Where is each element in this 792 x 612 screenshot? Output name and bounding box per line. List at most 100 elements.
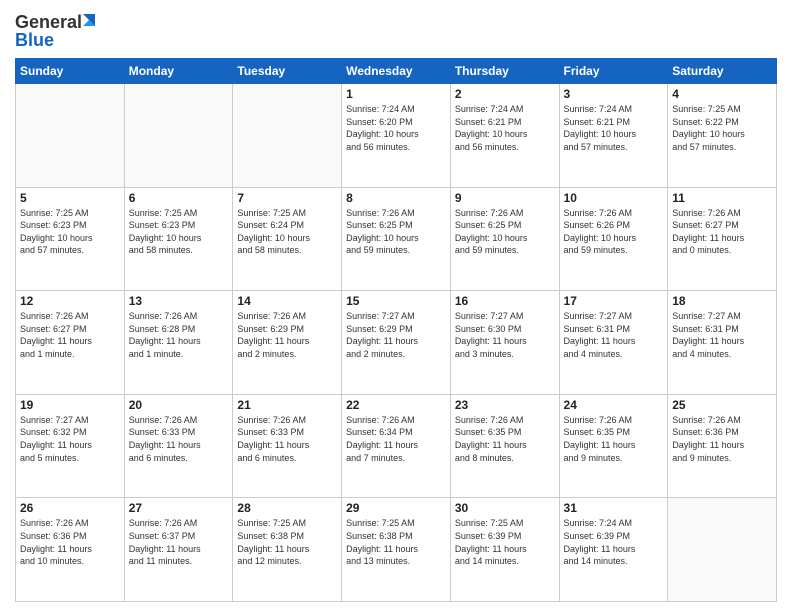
calendar-cell: 14 Sunrise: 7:26 AM Sunset: 6:29 PM Dayli…	[233, 291, 342, 395]
calendar-week-4: 26 Sunrise: 7:26 AM Sunset: 6:36 PM Dayli…	[16, 498, 777, 602]
calendar-cell	[668, 498, 777, 602]
day-info: Sunrise: 7:27 AM Sunset: 6:30 PM Dayligh…	[455, 310, 555, 360]
day-number: 17	[564, 294, 664, 308]
calendar-cell: 3 Sunrise: 7:24 AM Sunset: 6:21 PM Daylig…	[559, 84, 668, 188]
day-info: Sunrise: 7:26 AM Sunset: 6:29 PM Dayligh…	[237, 310, 337, 360]
calendar-cell: 27Sunrise: 7:26 AM Sunset: 6:37 PM Dayli…	[124, 498, 233, 602]
day-number: 16	[455, 294, 555, 308]
calendar-cell	[124, 84, 233, 188]
calendar-cell: 20 Sunrise: 7:26 AM Sunset: 6:33 PM Dayli…	[124, 394, 233, 498]
day-number: 28	[237, 501, 337, 515]
header: General Blue	[15, 10, 777, 50]
day-info: Sunrise: 7:25 AM Sunset: 6:38 PM Dayligh…	[237, 517, 337, 567]
day-info: Sunrise: 7:25 AM Sunset: 6:22 PM Dayligh…	[672, 103, 772, 153]
calendar-cell: 5Sunrise: 7:25 AM Sunset: 6:23 PM Daylig…	[16, 187, 125, 291]
page: General Blue SundayMondayTuesdayWednesda…	[0, 0, 792, 612]
day-number: 19	[20, 398, 120, 412]
day-number: 21	[237, 398, 337, 412]
day-info: Sunrise: 7:26 AM Sunset: 6:36 PM Dayligh…	[672, 414, 772, 464]
day-info: Sunrise: 7:26 AM Sunset: 6:25 PM Dayligh…	[455, 207, 555, 257]
day-info: Sunrise: 7:25 AM Sunset: 6:24 PM Dayligh…	[237, 207, 337, 257]
calendar-cell: 23Sunrise: 7:26 AM Sunset: 6:35 PM Dayli…	[450, 394, 559, 498]
weekday-header-tuesday: Tuesday	[233, 59, 342, 84]
day-number: 14	[237, 294, 337, 308]
day-number: 15	[346, 294, 446, 308]
calendar-cell: 10 Sunrise: 7:26 AM Sunset: 6:26 PM Dayli…	[559, 187, 668, 291]
day-number: 29	[346, 501, 446, 515]
day-info: Sunrise: 7:26 AM Sunset: 6:33 PM Dayligh…	[129, 414, 229, 464]
day-info: Sunrise: 7:26 AM Sunset: 6:35 PM Dayligh…	[564, 414, 664, 464]
day-number: 30	[455, 501, 555, 515]
calendar-cell	[233, 84, 342, 188]
svg-text:Blue: Blue	[15, 30, 54, 50]
calendar-cell: 31 Sunrise: 7:24 AM Sunset: 6:39 PM Dayli…	[559, 498, 668, 602]
day-number: 22	[346, 398, 446, 412]
day-info: Sunrise: 7:25 AM Sunset: 6:23 PM Dayligh…	[20, 207, 120, 257]
calendar-cell: 11Sunrise: 7:26 AM Sunset: 6:27 PM Dayli…	[668, 187, 777, 291]
calendar-cell: 6Sunrise: 7:25 AM Sunset: 6:23 PM Daylig…	[124, 187, 233, 291]
calendar-cell: 1 Sunrise: 7:24 AM Sunset: 6:20 PM Daylig…	[342, 84, 451, 188]
day-number: 31	[564, 501, 664, 515]
day-number: 10	[564, 191, 664, 205]
day-number: 24	[564, 398, 664, 412]
calendar-cell: 4Sunrise: 7:25 AM Sunset: 6:22 PM Daylig…	[668, 84, 777, 188]
day-number: 9	[455, 191, 555, 205]
day-number: 1	[346, 87, 446, 101]
day-number: 25	[672, 398, 772, 412]
day-number: 13	[129, 294, 229, 308]
calendar-cell: 18Sunrise: 7:27 AM Sunset: 6:31 PM Dayli…	[668, 291, 777, 395]
day-info: Sunrise: 7:26 AM Sunset: 6:35 PM Dayligh…	[455, 414, 555, 464]
day-number: 12	[20, 294, 120, 308]
calendar-cell: 12Sunrise: 7:26 AM Sunset: 6:27 PM Dayli…	[16, 291, 125, 395]
day-info: Sunrise: 7:25 AM Sunset: 6:39 PM Dayligh…	[455, 517, 555, 567]
day-info: Sunrise: 7:24 AM Sunset: 6:21 PM Dayligh…	[455, 103, 555, 153]
svg-text:General: General	[15, 12, 82, 32]
day-info: Sunrise: 7:26 AM Sunset: 6:28 PM Dayligh…	[129, 310, 229, 360]
calendar-cell: 28 Sunrise: 7:25 AM Sunset: 6:38 PM Dayli…	[233, 498, 342, 602]
day-number: 8	[346, 191, 446, 205]
day-number: 7	[237, 191, 337, 205]
weekday-header-sunday: Sunday	[16, 59, 125, 84]
day-info: Sunrise: 7:26 AM Sunset: 6:26 PM Dayligh…	[564, 207, 664, 257]
day-number: 11	[672, 191, 772, 205]
logo: General Blue	[15, 10, 105, 50]
day-info: Sunrise: 7:24 AM Sunset: 6:21 PM Dayligh…	[564, 103, 664, 153]
day-number: 3	[564, 87, 664, 101]
day-number: 26	[20, 501, 120, 515]
day-info: Sunrise: 7:24 AM Sunset: 6:39 PM Dayligh…	[564, 517, 664, 567]
day-number: 6	[129, 191, 229, 205]
calendar-cell: 29Sunrise: 7:25 AM Sunset: 6:38 PM Dayli…	[342, 498, 451, 602]
day-number: 2	[455, 87, 555, 101]
day-info: Sunrise: 7:26 AM Sunset: 6:34 PM Dayligh…	[346, 414, 446, 464]
calendar-week-3: 19 Sunrise: 7:27 AM Sunset: 6:32 PM Dayli…	[16, 394, 777, 498]
calendar-cell: 16 Sunrise: 7:27 AM Sunset: 6:30 PM Dayli…	[450, 291, 559, 395]
calendar-cell: 9 Sunrise: 7:26 AM Sunset: 6:25 PM Daylig…	[450, 187, 559, 291]
calendar-cell: 30 Sunrise: 7:25 AM Sunset: 6:39 PM Dayli…	[450, 498, 559, 602]
day-info: Sunrise: 7:24 AM Sunset: 6:20 PM Dayligh…	[346, 103, 446, 153]
day-number: 27	[129, 501, 229, 515]
day-info: Sunrise: 7:26 AM Sunset: 6:36 PM Dayligh…	[20, 517, 120, 567]
day-info: Sunrise: 7:27 AM Sunset: 6:29 PM Dayligh…	[346, 310, 446, 360]
weekday-header-wednesday: Wednesday	[342, 59, 451, 84]
calendar-header-row: SundayMondayTuesdayWednesdayThursdayFrid…	[16, 59, 777, 84]
calendar-cell: 2 Sunrise: 7:24 AM Sunset: 6:21 PM Daylig…	[450, 84, 559, 188]
calendar-cell: 7 Sunrise: 7:25 AM Sunset: 6:24 PM Daylig…	[233, 187, 342, 291]
calendar-week-2: 12Sunrise: 7:26 AM Sunset: 6:27 PM Dayli…	[16, 291, 777, 395]
calendar-cell: 22 Sunrise: 7:26 AM Sunset: 6:34 PM Dayli…	[342, 394, 451, 498]
calendar-cell: 21Sunrise: 7:26 AM Sunset: 6:33 PM Dayli…	[233, 394, 342, 498]
day-number: 20	[129, 398, 229, 412]
calendar-cell: 25 Sunrise: 7:26 AM Sunset: 6:36 PM Dayli…	[668, 394, 777, 498]
weekday-header-friday: Friday	[559, 59, 668, 84]
day-info: Sunrise: 7:26 AM Sunset: 6:25 PM Dayligh…	[346, 207, 446, 257]
calendar-cell: 24 Sunrise: 7:26 AM Sunset: 6:35 PM Dayli…	[559, 394, 668, 498]
calendar-table: SundayMondayTuesdayWednesdayThursdayFrid…	[15, 58, 777, 602]
calendar-week-1: 5Sunrise: 7:25 AM Sunset: 6:23 PM Daylig…	[16, 187, 777, 291]
calendar-cell: 26 Sunrise: 7:26 AM Sunset: 6:36 PM Dayli…	[16, 498, 125, 602]
calendar-cell	[16, 84, 125, 188]
calendar-cell: 13 Sunrise: 7:26 AM Sunset: 6:28 PM Dayli…	[124, 291, 233, 395]
calendar-cell: 19 Sunrise: 7:27 AM Sunset: 6:32 PM Dayli…	[16, 394, 125, 498]
day-info: Sunrise: 7:27 AM Sunset: 6:31 PM Dayligh…	[672, 310, 772, 360]
day-info: Sunrise: 7:27 AM Sunset: 6:31 PM Dayligh…	[564, 310, 664, 360]
logo-icon: General Blue	[15, 10, 105, 50]
day-info: Sunrise: 7:27 AM Sunset: 6:32 PM Dayligh…	[20, 414, 120, 464]
